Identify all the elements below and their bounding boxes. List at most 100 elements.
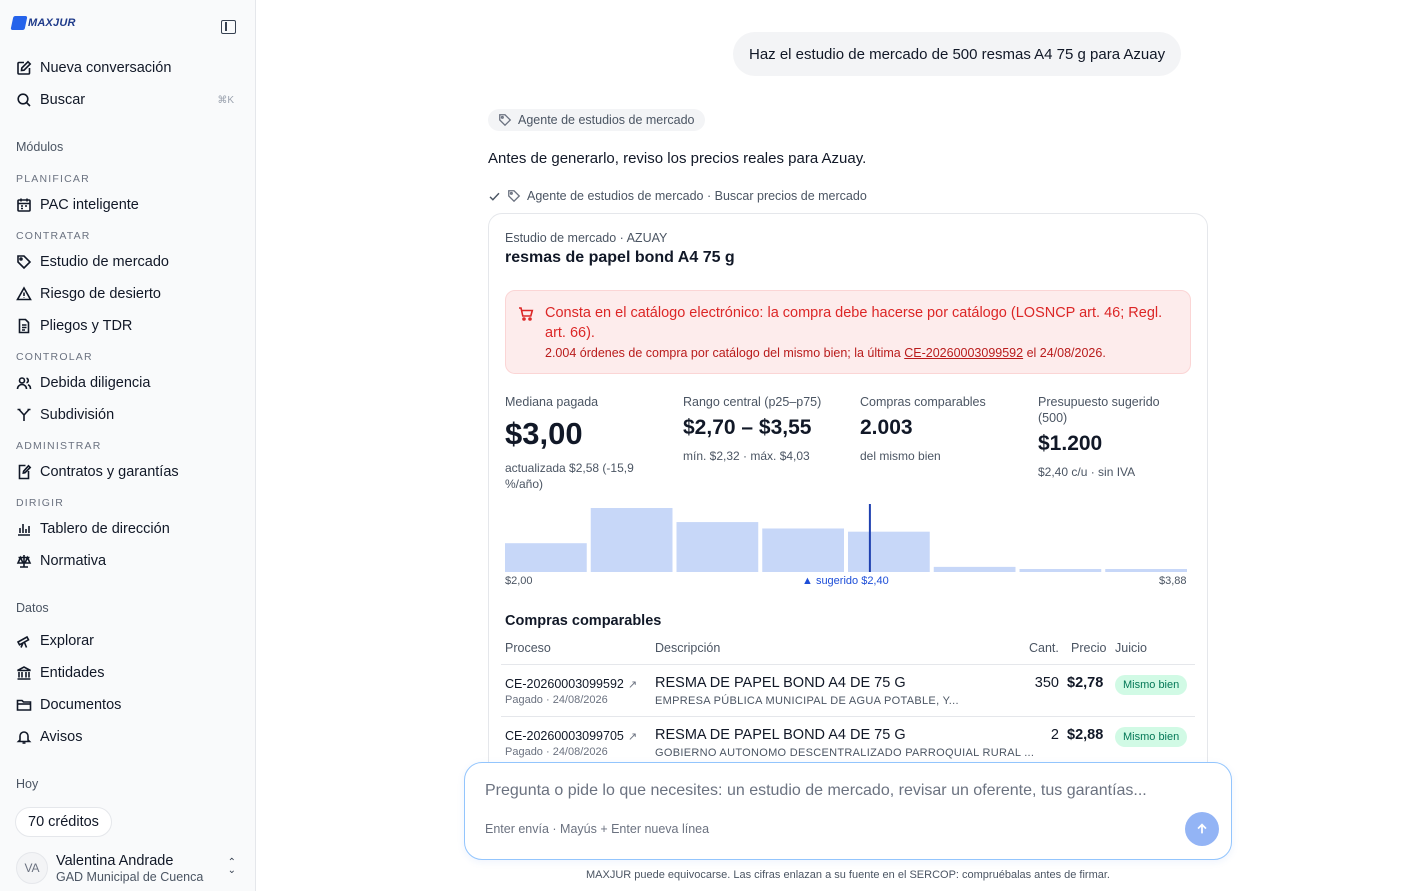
- sidebar-item-normativa[interactable]: Normativa: [16, 548, 240, 574]
- row-price: $2,78: [1067, 675, 1104, 691]
- histogram-max-label: $3,88: [1159, 575, 1187, 587]
- stat-value: 2.003: [860, 416, 913, 439]
- sidebar-item-estudio[interactable]: Estudio de mercado: [16, 249, 240, 275]
- alert-sub-suffix: el 24/08/2026.: [1023, 346, 1106, 360]
- sidebar-item-subdivision[interactable]: Subdivisión: [16, 402, 240, 428]
- composer-hint: Enter envía · Mayús + Enter nueva línea: [485, 822, 710, 836]
- sidebar-item-riesgo[interactable]: Riesgo de desierto: [16, 281, 240, 307]
- sidebar-item-pac[interactable]: PAC inteligente: [16, 192, 240, 218]
- user-org: GAD Municipal de Cuenca: [56, 869, 204, 884]
- tag-icon: [508, 190, 521, 203]
- sidebar-item-label: Explorar: [40, 633, 94, 649]
- agent-chip: Agente de estudios de mercado: [488, 109, 705, 131]
- logo-mark-icon: [10, 16, 28, 30]
- row-price: $2,88: [1067, 727, 1104, 743]
- logo-text: MAXJUR: [28, 17, 76, 29]
- process-status: Pagado · 24/08/2026: [505, 746, 608, 758]
- catalog-order-link[interactable]: CE-20260003099592: [904, 346, 1023, 360]
- send-button[interactable]: [1185, 812, 1219, 846]
- sidebar-item-label: Riesgo de desierto: [40, 286, 161, 302]
- agent-chip-label: Agente de estudios de mercado: [518, 113, 695, 127]
- process-status: Pagado · 24/08/2026: [505, 694, 608, 706]
- scale-icon: [16, 553, 32, 569]
- external-link-icon: ↗: [627, 731, 638, 743]
- assistant-intro: Antes de generarlo, reviso los precios r…: [488, 150, 867, 167]
- histogram-bar-6: [1019, 569, 1102, 572]
- process-link[interactable]: CE-20260003099705 ↗: [505, 729, 637, 743]
- data-heading: Datos: [16, 601, 49, 615]
- price-histogram: [505, 504, 1187, 572]
- message-composer[interactable]: Pregunta o pide lo que necesites: un est…: [464, 762, 1232, 860]
- process-id: CE-20260003099705: [505, 729, 624, 743]
- row-entity: GOBIERNO AUTONOMO DESCENTRALIZADO PARROQ…: [655, 747, 1035, 759]
- user-message-bubble: Haz el estudio de mercado de 500 resmas …: [733, 32, 1182, 76]
- composer-placeholder[interactable]: Pregunta o pide lo que necesites: un est…: [485, 782, 1147, 800]
- process-link[interactable]: CE-20260003099592 ↗: [505, 677, 637, 691]
- histogram-bar-1: [590, 508, 673, 572]
- modules-heading: Módulos: [16, 140, 64, 154]
- user-name: Valentina Andrade: [56, 852, 174, 869]
- sidebar-item-pliegos[interactable]: Pliegos y TDR: [16, 313, 240, 339]
- user-menu[interactable]: VA Valentina Andrade GAD Municipal de Cu…: [16, 851, 240, 885]
- group-administrar: ADMINISTRAR: [16, 440, 102, 452]
- sidebar-item-label: Pliegos y TDR: [40, 318, 133, 334]
- maxjur-logo[interactable]: MAXJUR: [10, 16, 76, 30]
- chevron-updown-icon: ⌃ ⌄: [227, 857, 236, 876]
- tag-icon: [499, 114, 512, 127]
- sidebar-item-tablero[interactable]: Tablero de dirección: [16, 516, 240, 542]
- stat-value: $3,00: [505, 416, 583, 451]
- stat-note: mín. $2,32 · máx. $4,03: [683, 449, 810, 463]
- stat-comparables: Compras comparables 2.003 del mismo bien: [860, 394, 1020, 464]
- warning-icon: [16, 286, 32, 302]
- row-quantity: 2: [1050, 727, 1059, 743]
- group-contratar: CONTRATAR: [16, 230, 91, 242]
- edit-icon: [16, 60, 32, 76]
- cart-icon: [519, 307, 534, 321]
- sidebar-item-entidades[interactable]: Entidades: [16, 660, 240, 686]
- stat-label: Presupuesto sugerido (500): [1038, 395, 1160, 425]
- folder-icon: [16, 697, 32, 713]
- credits-badge[interactable]: 70 créditos: [15, 807, 112, 837]
- avatar: VA: [16, 852, 48, 884]
- contract-edit-icon: [16, 464, 32, 480]
- sidebar-item-explorar[interactable]: Explorar: [16, 628, 240, 654]
- sidebar-item-contratos[interactable]: Contratos y garantías: [16, 459, 240, 485]
- histogram-bar-4: [848, 531, 930, 572]
- external-link-icon: ↗: [627, 679, 638, 691]
- sidebar-item-avisos[interactable]: Avisos: [16, 724, 240, 750]
- th-proceso: Proceso: [505, 641, 551, 655]
- alert-sub-prefix: 2.004 órdenes de compra por catálogo del…: [545, 346, 905, 360]
- sidebar-toggle-icon[interactable]: [221, 20, 236, 34]
- row-quantity: 350: [1034, 675, 1059, 691]
- sidebar-item-label: Contratos y garantías: [40, 464, 179, 480]
- search-icon: [16, 92, 32, 108]
- th-juicio: Juicio: [1115, 641, 1147, 655]
- new-chat-label: Nueva conversación: [40, 60, 172, 76]
- group-controlar: CONTROLAR: [16, 351, 93, 363]
- sidebar-item-label: Entidades: [40, 665, 105, 681]
- today-heading: Hoy: [16, 777, 39, 791]
- bell-icon: [16, 729, 32, 745]
- catalog-alert: Consta en el catálogo electrónico: la co…: [505, 290, 1191, 374]
- document-icon: [16, 318, 32, 334]
- process-id: CE-20260003099592: [505, 677, 624, 691]
- market-study-card: Estudio de mercado · AZUAY resmas de pap…: [488, 213, 1208, 793]
- new-chat-button[interactable]: Nueva conversación: [16, 55, 240, 81]
- histogram-bar-2: [676, 522, 759, 572]
- sidebar-item-label: PAC inteligente: [40, 197, 139, 213]
- stat-note: actualizada $2,58 (-15,9 %/año): [505, 461, 634, 491]
- status-badge: Mismo bien: [1115, 675, 1188, 695]
- search-button[interactable]: Buscar ⌘K: [16, 87, 240, 113]
- sidebar-item-documentos[interactable]: Documentos: [16, 692, 240, 718]
- comparables-title: Compras comparables: [505, 613, 662, 629]
- calendar-icon: [16, 197, 32, 213]
- sidebar-item-debida[interactable]: Debida diligencia: [16, 370, 240, 396]
- split-icon: [16, 407, 32, 423]
- stat-label: Rango central (p25–p75): [683, 395, 822, 409]
- sidebar-item-label: Normativa: [40, 553, 107, 569]
- histogram-min-label: $2,00: [505, 575, 533, 587]
- search-label: Buscar: [40, 92, 86, 108]
- tool-step[interactable]: Agente de estudios de mercado · Buscar p…: [488, 189, 867, 203]
- tag-icon: [16, 254, 32, 270]
- search-shortcut: ⌘K: [217, 94, 234, 106]
